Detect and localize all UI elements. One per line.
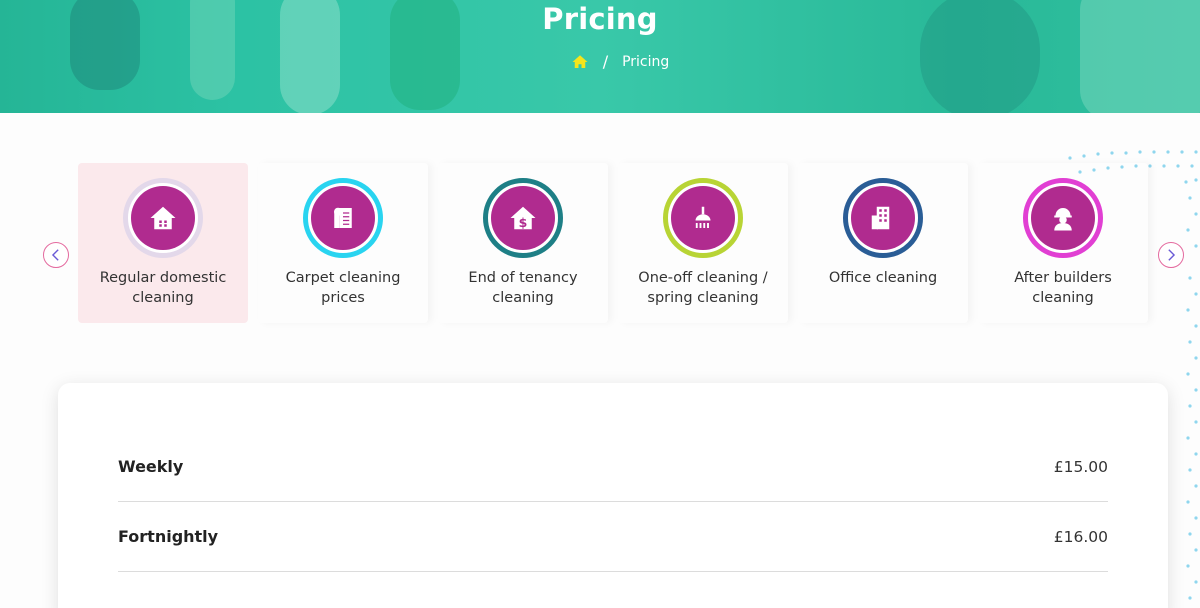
price-row-value: £16.00 [1053,527,1108,546]
carousel-prev-button[interactable] [43,242,69,268]
breadcrumb-separator: / [602,52,609,71]
service-label: Regular domestic cleaning [99,270,227,306]
chevron-left-icon [51,249,59,261]
page-hero: Pricing / Pricing [0,0,1200,113]
icon-ring [843,178,923,258]
carousel-next-button[interactable] [1158,242,1184,268]
brush-icon [671,186,735,250]
office-building-icon [851,186,915,250]
price-row-name: Fortnightly [118,527,219,546]
home-icon[interactable] [571,53,589,71]
house-icon [131,186,195,250]
icon-ring [663,178,743,258]
icon-ring [303,178,383,258]
house-dollar-icon: $ [491,186,555,250]
price-row: Fortnightly £16.00 [118,502,1108,572]
icon-ring [1023,178,1103,258]
svg-text:$: $ [519,215,528,230]
breadcrumb-current: Pricing [622,53,670,70]
breadcrumb: / Pricing [0,52,1200,71]
service-label: One-off cleaning / spring cleaning [638,270,768,306]
service-card-one-off[interactable]: One-off cleaning / spring cleaning [618,163,788,323]
service-label: Carpet cleaning prices [285,270,401,306]
service-label: After builders cleaning [1014,270,1112,306]
price-row-value: £15.00 [1053,457,1108,476]
icon-ring [123,178,203,258]
service-label: End of tenancy cleaning [468,270,578,306]
service-card-end-of-tenancy[interactable]: $ End of tenancy cleaning [438,163,608,323]
builder-icon [1031,186,1095,250]
service-carousel: Regular domestic cleaning Carpet cleanin… [40,160,1190,328]
chevron-right-icon [1168,249,1176,261]
price-row-name: Weekly [118,457,184,476]
service-label: Office cleaning [828,270,938,286]
service-card-carpet[interactable]: Carpet cleaning prices [258,163,428,323]
service-card-office[interactable]: Office cleaning [798,163,968,323]
icon-ring: $ [483,178,563,258]
page-title: Pricing [542,2,658,36]
price-row: Weekly £15.00 [118,432,1108,502]
carpet-roll-icon [311,186,375,250]
service-card-after-builders[interactable]: After builders cleaning [978,163,1148,323]
service-card-regular-domestic[interactable]: Regular domestic cleaning [78,163,248,323]
pricing-panel: Weekly £15.00 Fortnightly £16.00 [58,383,1168,608]
